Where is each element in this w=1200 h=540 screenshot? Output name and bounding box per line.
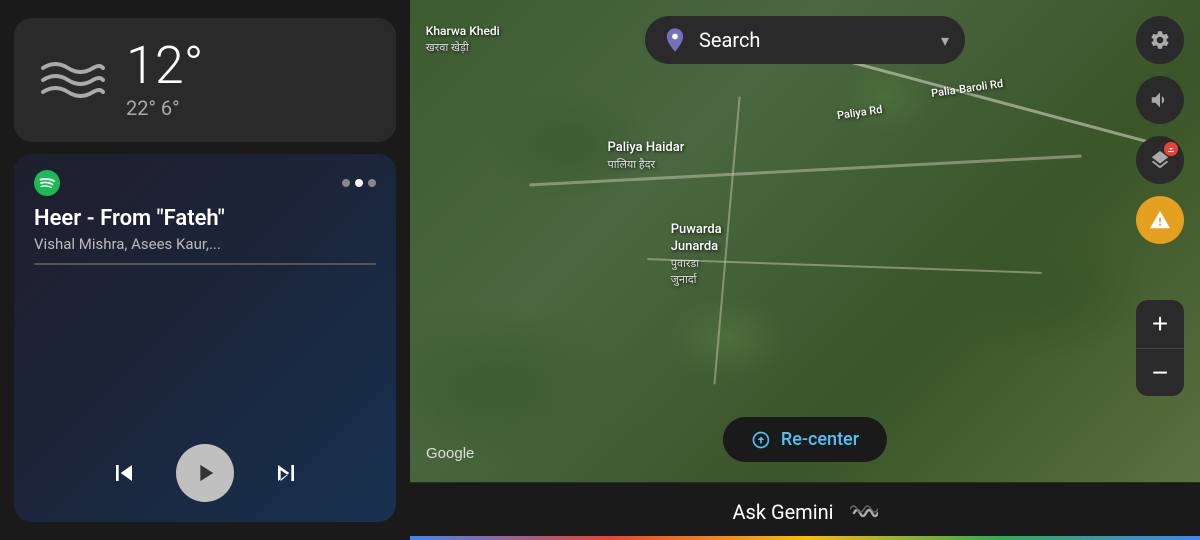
google-maps-icon	[661, 26, 689, 54]
map-satellite-view: Kharwa Khediखरवा खेड़ी Paliya Haidarपालि…	[410, 0, 1200, 482]
current-temperature: 12°	[126, 40, 203, 92]
bottom-bar: Ask Gemini	[410, 482, 1200, 540]
map-area: Kharwa Khediखरवा खेड़ी Paliya Haidarपालि…	[410, 0, 1200, 482]
map-search-bar[interactable]: Search ▾	[645, 16, 965, 64]
music-artist: Vishal Mishra, Asees Kaur,...	[34, 235, 376, 253]
weather-info: 12° 22° 6°	[126, 40, 203, 120]
dot-2	[355, 179, 363, 187]
map-settings-button[interactable]	[1136, 16, 1184, 64]
recenter-text: Re-center	[781, 429, 859, 450]
google-watermark: Google	[426, 445, 474, 462]
layers-badge	[1164, 142, 1178, 156]
map-zoom-in-button[interactable]: +	[1136, 300, 1184, 348]
spotify-icon	[34, 170, 60, 196]
map-zoom-out-button[interactable]: −	[1136, 348, 1184, 396]
play-pause-button[interactable]	[176, 444, 234, 502]
map-layers-button[interactable]	[1136, 136, 1184, 184]
map-label-paliya-haidar: Paliya Haidarपालिया हैदर	[608, 140, 685, 174]
ask-gemini-text[interactable]: Ask Gemini	[732, 500, 833, 524]
music-content: Heer - From "Fateh" Vishal Mishra, Asees…	[34, 170, 376, 502]
bottom-gradient-bar	[410, 536, 1200, 540]
temperature-range: 22° 6°	[126, 96, 203, 120]
map-label-paliya-rd: Paliya Rd	[836, 103, 883, 124]
map-road-diagonal	[811, 50, 1155, 145]
map-label-puwarda: PuwardaJunardaपुवारडाजुनार्दा	[671, 222, 722, 290]
music-header	[34, 170, 376, 196]
map-label-kharwa: Kharwa Khediखरवा खेड़ी	[426, 24, 500, 55]
music-controls	[34, 444, 376, 502]
map-sound-button[interactable]	[1136, 76, 1184, 124]
gemini-waves-icon	[850, 495, 878, 529]
map-warning-button[interactable]	[1136, 196, 1184, 244]
next-button[interactable]	[270, 457, 302, 489]
map-label-palia-baroli: Palia-Baroli Rd	[931, 77, 1005, 101]
dot-3	[368, 179, 376, 187]
music-progress-bar[interactable]	[34, 263, 376, 265]
search-text: Search	[699, 28, 931, 52]
music-dots	[342, 179, 376, 187]
recenter-button[interactable]: Re-center	[723, 417, 887, 462]
weather-card: 12° 22° 6°	[14, 18, 396, 142]
weather-icon	[38, 54, 108, 106]
dot-1	[342, 179, 350, 187]
music-card: Heer - From "Fateh" Vishal Mishra, Asees…	[14, 154, 396, 522]
music-title: Heer - From "Fateh"	[34, 206, 376, 231]
chevron-down-icon: ▾	[941, 31, 949, 50]
prev-button[interactable]	[108, 457, 140, 489]
left-panel: 12° 22° 6° Heer - From "Fateh" Visha	[0, 0, 410, 540]
